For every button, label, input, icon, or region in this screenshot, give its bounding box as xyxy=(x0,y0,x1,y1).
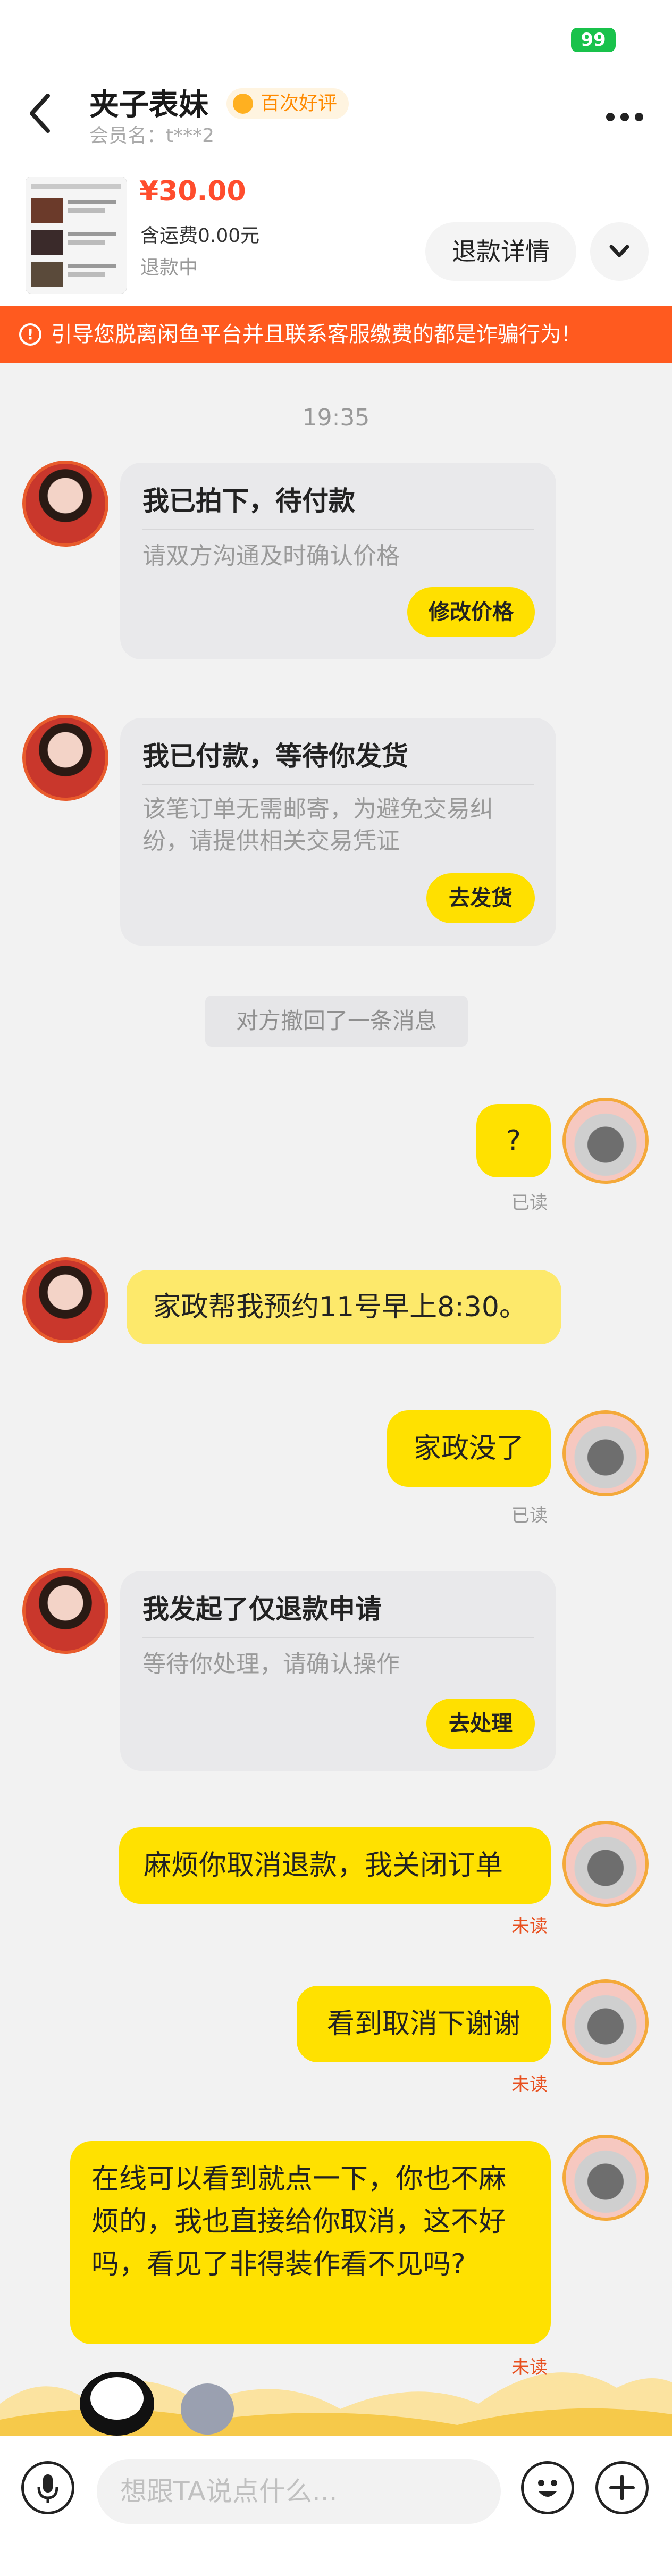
contact-avatar[interactable] xyxy=(22,1568,108,1654)
card-description: 等待你处理，请确认操作 xyxy=(142,1651,400,1678)
review-badge: 百次好评 xyxy=(226,88,349,119)
my-avatar[interactable] xyxy=(562,1979,649,2065)
read-status: 已读 xyxy=(511,1505,548,1526)
expand-button[interactable] xyxy=(590,222,649,281)
more-options-icon[interactable] xyxy=(601,106,649,128)
read-status: 已读 xyxy=(511,1192,548,1214)
chevron-down-icon xyxy=(609,245,629,257)
incoming-message-bubble[interactable]: 家政帮我预约11号早上8:30。 xyxy=(127,1270,561,1344)
order-card-pending-payment: 我已拍下，待付款 请双方沟通及时确认价格 修改价格 xyxy=(120,463,556,659)
outgoing-message-bubble[interactable]: 家政没了 xyxy=(387,1410,551,1487)
shipping-fee: 含运费0.00元 xyxy=(140,225,260,247)
card-title: 我已付款，等待你发货 xyxy=(142,741,408,772)
outgoing-message-bubble[interactable]: ? xyxy=(476,1104,551,1177)
alert-icon: ! xyxy=(19,323,41,346)
card-description: 请双方沟通及时确认价格 xyxy=(142,542,400,570)
card-divider xyxy=(142,1637,534,1638)
refund-request-card: 我发起了仅退款申请 等待你处理，请确认操作 去处理 xyxy=(120,1571,556,1771)
outgoing-message-bubble[interactable]: 麻烦你取消退款，我关闭订单 xyxy=(119,1827,551,1904)
badge-icon xyxy=(233,94,253,114)
unread-status: 未读 xyxy=(511,2357,548,2378)
contact-name: 夹子表妹 xyxy=(89,88,208,122)
card-divider xyxy=(142,784,534,785)
card-title: 我已拍下，待付款 xyxy=(142,486,355,516)
order-card-paid: 我已付款，等待你发货 该笔订单无需邮寄，为避免交易纠纷，请提供相关交易凭证 去发… xyxy=(120,718,556,946)
message-timestamp: 19:35 xyxy=(302,404,370,431)
rabbit-icon xyxy=(181,2383,234,2435)
my-avatar[interactable] xyxy=(562,1098,649,1184)
my-avatar[interactable] xyxy=(562,1821,649,1907)
microphone-icon xyxy=(37,2474,58,2503)
outgoing-message-bubble[interactable]: 在线可以看到就点一下，你也不麻烦的，我也直接给你取消，这不好吗，看见了非得装作看… xyxy=(70,2141,551,2344)
contact-avatar[interactable] xyxy=(22,1257,108,1343)
smiley-icon xyxy=(538,2480,557,2497)
card-title: 我发起了仅退款申请 xyxy=(142,1594,382,1625)
recalled-message-notice: 对方撤回了一条消息 xyxy=(205,996,468,1047)
plus-icon xyxy=(609,2475,635,2500)
more-actions-button[interactable] xyxy=(595,2461,649,2514)
process-button[interactable]: 去处理 xyxy=(426,1699,535,1749)
product-price: ¥30.00 xyxy=(139,175,246,207)
member-id: 会员名：t***2 xyxy=(89,125,215,147)
ship-button[interactable]: 去发货 xyxy=(426,873,535,923)
my-avatar[interactable] xyxy=(562,1410,649,1496)
unread-status: 未读 xyxy=(511,2074,548,2095)
emoji-button[interactable] xyxy=(521,2461,574,2514)
battery-indicator: 99 xyxy=(571,28,616,52)
message-input[interactable]: 想跟TA说点什么... xyxy=(97,2459,501,2524)
refund-details-button[interactable]: 退款详情 xyxy=(425,222,576,281)
contact-avatar[interactable] xyxy=(22,461,108,547)
voice-input-button[interactable] xyxy=(21,2461,74,2514)
badge-label: 百次好评 xyxy=(261,93,338,114)
modify-price-button[interactable]: 修改价格 xyxy=(407,587,535,637)
contact-avatar[interactable] xyxy=(22,715,108,801)
order-status: 退款中 xyxy=(140,257,198,279)
decorative-mountain-banner xyxy=(0,2340,672,2436)
my-avatar[interactable] xyxy=(562,2135,649,2221)
outgoing-message-bubble[interactable]: 看到取消下谢谢 xyxy=(297,1986,551,2062)
product-thumbnail[interactable] xyxy=(26,177,127,294)
back-arrow-icon[interactable] xyxy=(24,89,56,137)
card-description: 该笔订单无需邮寄，为避免交易纠纷，请提供相关交易凭证 xyxy=(142,796,493,855)
fraud-warning-banner: 引导您脱离闲鱼平台并且联系客服缴费的都是诈骗行为! xyxy=(0,306,672,363)
unread-status: 未读 xyxy=(511,1916,548,1937)
card-divider xyxy=(142,529,534,530)
